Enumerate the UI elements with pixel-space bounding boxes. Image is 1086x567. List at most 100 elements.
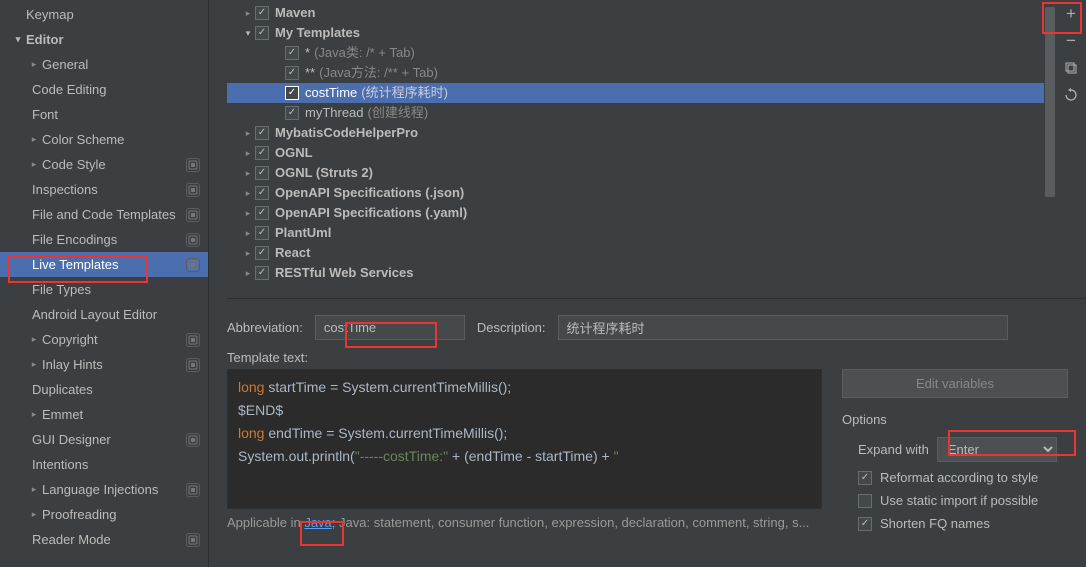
copy-button[interactable] xyxy=(1056,54,1086,81)
project-scope-icon xyxy=(186,433,200,447)
template-checkbox[interactable] xyxy=(255,266,269,280)
template-label: Maven xyxy=(275,4,315,22)
template-tree-row[interactable]: OGNL xyxy=(227,143,1082,163)
chevron-icon xyxy=(28,55,40,74)
sidebar-item-live-templates[interactable]: Live Templates xyxy=(0,252,208,277)
reformat-label: Reformat according to style xyxy=(880,470,1038,485)
desc-input[interactable] xyxy=(558,315,1008,340)
sidebar-item-copyright[interactable]: Copyright xyxy=(0,327,208,352)
sidebar-item-general[interactable]: General xyxy=(0,52,208,77)
template-checkbox[interactable] xyxy=(255,206,269,220)
template-tree-row[interactable]: *(Java类: /* + Tab) xyxy=(227,43,1082,63)
shorten-fq-checkbox[interactable] xyxy=(858,517,872,531)
sidebar-item-file-types[interactable]: File Types xyxy=(0,277,208,302)
template-label: costTime xyxy=(305,84,357,102)
template-checkbox[interactable] xyxy=(285,46,299,60)
sidebar-item-file-and-code-templates[interactable]: File and Code Templates xyxy=(0,202,208,227)
sidebar-item-label: File and Code Templates xyxy=(32,205,182,224)
sidebar-item-file-encodings[interactable]: File Encodings xyxy=(0,227,208,252)
template-checkbox[interactable] xyxy=(285,106,299,120)
template-tree-row[interactable]: costTime(统计程序耗时) xyxy=(227,83,1082,103)
sidebar-item-label: Duplicates xyxy=(32,380,200,399)
sidebar-item-code-style[interactable]: Code Style xyxy=(0,152,208,177)
project-scope-icon xyxy=(186,333,200,347)
tree-scrollbar[interactable] xyxy=(1044,3,1056,298)
sidebar-item-label: Copyright xyxy=(42,330,182,349)
template-checkbox[interactable] xyxy=(285,66,299,80)
sidebar-item-label: File Encodings xyxy=(32,230,182,249)
template-tree-row[interactable]: **(Java方法: /** + Tab) xyxy=(227,63,1082,83)
sidebar-item-language-injections[interactable]: Language Injections xyxy=(0,477,208,502)
sidebar-item-label: Live Templates xyxy=(32,255,182,274)
sidebar-item-proofreading[interactable]: Proofreading xyxy=(0,502,208,527)
template-text-label: Template text: xyxy=(227,350,1086,365)
template-checkbox[interactable] xyxy=(255,246,269,260)
template-tree-row[interactable]: RESTful Web Services xyxy=(227,263,1082,283)
template-tree-row[interactable]: PlantUml xyxy=(227,223,1082,243)
sidebar-item-color-scheme[interactable]: Color Scheme xyxy=(0,127,208,152)
sidebar-item-emmet[interactable]: Emmet xyxy=(0,402,208,427)
remove-button[interactable]: − xyxy=(1056,27,1086,54)
sidebar-item-reader-mode[interactable]: Reader Mode xyxy=(0,527,208,552)
sidebar-item-intentions[interactable]: Intentions xyxy=(0,452,208,477)
template-checkbox[interactable] xyxy=(255,186,269,200)
sidebar-item-gui-designer[interactable]: GUI Designer xyxy=(0,427,208,452)
sidebar-item-duplicates[interactable]: Duplicates xyxy=(0,377,208,402)
template-tree: MavenMy Templates*(Java类: /* + Tab)**(Ja… xyxy=(227,3,1086,299)
sidebar-item-label: Proofreading xyxy=(42,505,200,524)
sidebar-item-label: Inlay Hints xyxy=(42,355,182,374)
chevron-icon xyxy=(241,4,255,22)
sidebar-item-label: Android Layout Editor xyxy=(32,305,200,324)
chevron-icon xyxy=(28,405,40,424)
reformat-checkbox[interactable] xyxy=(858,471,872,485)
template-checkbox[interactable] xyxy=(255,166,269,180)
sidebar-item-inspections[interactable]: Inspections xyxy=(0,177,208,202)
template-label: OpenAPI Specifications (.yaml) xyxy=(275,204,467,222)
template-tree-row[interactable]: myThread(创建线程) xyxy=(227,103,1082,123)
template-tree-row[interactable]: My Templates xyxy=(227,23,1082,43)
template-checkbox[interactable] xyxy=(255,26,269,40)
sidebar-item-editor[interactable]: Editor xyxy=(0,27,208,52)
sidebar-item-inlay-hints[interactable]: Inlay Hints xyxy=(0,352,208,377)
template-tree-row[interactable]: Maven xyxy=(227,3,1082,23)
template-tree-row[interactable]: OpenAPI Specifications (.json) xyxy=(227,183,1082,203)
applicable-link[interactable]: Java xyxy=(304,515,331,530)
sidebar-item-keymap[interactable]: Keymap xyxy=(0,2,208,27)
template-tree-row[interactable]: React xyxy=(227,243,1082,263)
static-import-label: Use static import if possible xyxy=(880,493,1038,508)
template-checkbox[interactable] xyxy=(255,6,269,20)
sidebar-item-label: File Types xyxy=(32,280,200,299)
template-text-editor[interactable]: long startTime = System.currentTimeMilli… xyxy=(227,369,822,509)
sidebar-item-label: Reader Mode xyxy=(32,530,182,549)
template-checkbox[interactable] xyxy=(255,226,269,240)
sidebar-item-android-layout-editor[interactable]: Android Layout Editor xyxy=(0,302,208,327)
chevron-icon xyxy=(12,30,24,49)
expand-with-select[interactable]: Enter xyxy=(937,437,1057,462)
template-label: RESTful Web Services xyxy=(275,264,413,282)
chevron-icon xyxy=(241,144,255,162)
abbr-input[interactable] xyxy=(315,315,465,340)
template-tree-row[interactable]: OpenAPI Specifications (.yaml) xyxy=(227,203,1082,223)
add-button[interactable]: + xyxy=(1056,0,1086,27)
template-checkbox[interactable] xyxy=(255,126,269,140)
template-tree-row[interactable]: OGNL (Struts 2) xyxy=(227,163,1082,183)
sidebar-item-label: Inspections xyxy=(32,180,182,199)
sidebar-item-label: Color Scheme xyxy=(42,130,200,149)
applicable-contexts: Applicable in Java; Java: statement, con… xyxy=(227,515,822,530)
project-scope-icon xyxy=(186,233,200,247)
template-label: * xyxy=(305,44,310,62)
sidebar-item-label: Code Style xyxy=(42,155,182,174)
scrollbar-thumb[interactable] xyxy=(1045,7,1055,197)
template-description: (Java方法: /** + Tab) xyxy=(319,64,438,82)
template-tree-row[interactable]: MybatisCodeHelperPro xyxy=(227,123,1082,143)
revert-button[interactable] xyxy=(1056,81,1086,108)
template-checkbox[interactable] xyxy=(285,86,299,100)
template-form: Abbreviation: Description: Template text… xyxy=(227,299,1086,547)
edit-variables-button[interactable]: Edit variables xyxy=(842,369,1068,398)
template-checkbox[interactable] xyxy=(255,146,269,160)
chevron-icon xyxy=(28,505,40,524)
abbr-label: Abbreviation: xyxy=(227,320,303,335)
sidebar-item-code-editing[interactable]: Code Editing xyxy=(0,77,208,102)
static-import-checkbox[interactable] xyxy=(858,494,872,508)
sidebar-item-font[interactable]: Font xyxy=(0,102,208,127)
